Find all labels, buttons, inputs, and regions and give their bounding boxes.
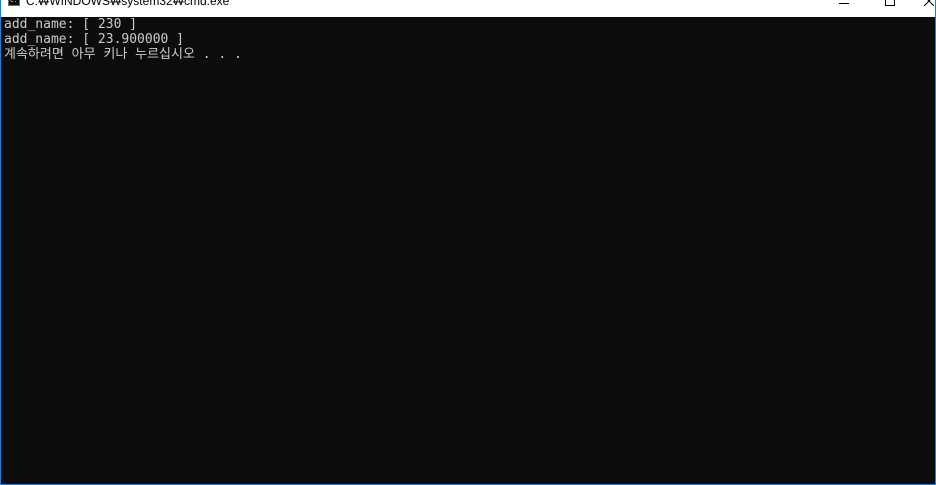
minimize-button[interactable] <box>821 0 867 17</box>
maximize-button[interactable] <box>867 0 913 17</box>
prompt-glyph-icon: C: <box>10 0 18 4</box>
maximize-icon <box>885 0 895 6</box>
title-bar[interactable]: C: C:₩WINDOWS₩system32₩cmd.exe <box>1 0 935 17</box>
cmd-window: C: C:₩WINDOWS₩system32₩cmd.exe add_name:… <box>0 0 936 485</box>
minimize-icon <box>839 3 849 4</box>
console-line: add_name: [ 230 ] <box>4 17 138 32</box>
close-button[interactable] <box>913 0 935 17</box>
cmd-icon[interactable]: C: <box>8 0 20 6</box>
console-line: 계속하려면 아무 키나 누르십시오 . . . <box>4 47 242 62</box>
console-output[interactable]: add_name: [ 230 ] add_name: [ 23.900000 … <box>2 17 935 483</box>
console-line: add_name: [ 23.900000 ] <box>4 32 185 47</box>
window-title: C:₩WINDOWS₩system32₩cmd.exe <box>26 0 230 8</box>
close-icon <box>923 0 935 6</box>
